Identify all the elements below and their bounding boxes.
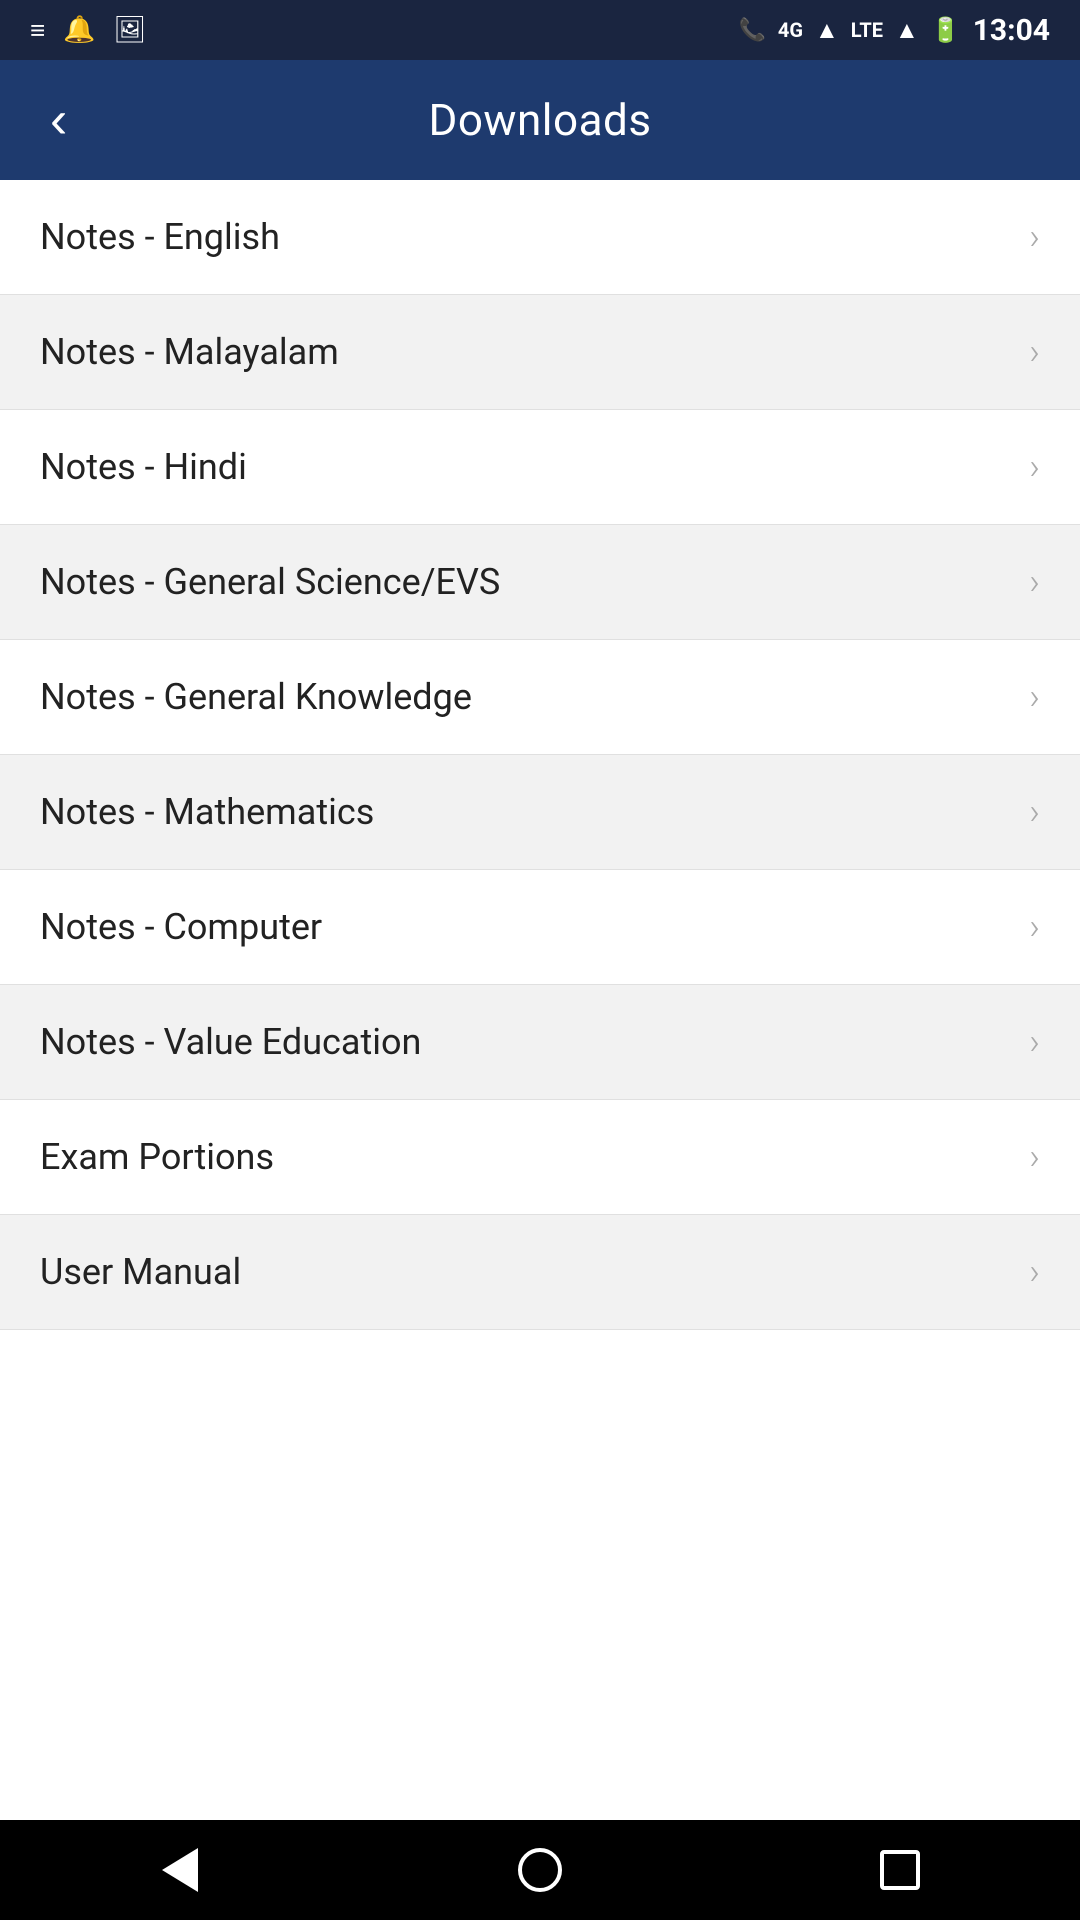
status-bar-left: ≡ 🔔 🖼 [30, 15, 147, 46]
list-item-label: Notes - Value Education [40, 1021, 421, 1063]
image-icon: 🖼 [114, 15, 147, 45]
nav-back-button[interactable] [140, 1830, 220, 1910]
list-item-label: Notes - Computer [40, 906, 322, 948]
list-item[interactable]: User Manual › [0, 1215, 1080, 1330]
chevron-right-icon: › [1029, 331, 1040, 373]
time-display: 13:04 [973, 13, 1050, 48]
list-item[interactable]: Notes - General Knowledge › [0, 640, 1080, 755]
list-item[interactable]: Notes - General Science/EVS › [0, 525, 1080, 640]
nav-recent-button[interactable] [860, 1830, 940, 1910]
list-item[interactable]: Notes - Mathematics › [0, 755, 1080, 870]
page-title: Downloads [428, 94, 651, 146]
list-item[interactable]: Notes - Hindi › [0, 410, 1080, 525]
list-item[interactable]: Notes - Malayalam › [0, 295, 1080, 410]
status-bar: ≡ 🔔 🖼 📞 4G ▲ LTE ▲ 🔋 13:04 [0, 0, 1080, 60]
list-item[interactable]: Exam Portions › [0, 1100, 1080, 1215]
chevron-right-icon: › [1029, 446, 1040, 488]
chevron-right-icon: › [1029, 791, 1040, 833]
back-triangle-icon [162, 1848, 198, 1892]
chevron-right-icon: › [1029, 676, 1040, 718]
home-circle-icon [518, 1848, 562, 1892]
menu-icon: ≡ [30, 15, 45, 46]
back-arrow-icon: ‹ [50, 91, 67, 149]
battery-icon: 🔋 [931, 16, 961, 44]
bottom-navigation [0, 1820, 1080, 1920]
signal-bars-icon: ▲ [815, 16, 839, 45]
signal-4g-icon: 4G [778, 18, 803, 42]
chevron-right-icon: › [1029, 1251, 1040, 1293]
nav-home-button[interactable] [500, 1830, 580, 1910]
notification-icon: 🔔 [63, 15, 95, 45]
list-item[interactable]: Notes - English › [0, 180, 1080, 295]
list-item-label: Notes - General Science/EVS [40, 561, 500, 603]
list-item-label: Notes - Malayalam [40, 331, 339, 373]
list-item-label: Exam Portions [40, 1136, 274, 1178]
list-item-label: Notes - Mathematics [40, 791, 374, 833]
list-item-label: User Manual [40, 1251, 241, 1293]
list-item[interactable]: Notes - Computer › [0, 870, 1080, 985]
back-button[interactable]: ‹ [40, 84, 77, 156]
chevron-right-icon: › [1029, 906, 1040, 948]
list-item-label: Notes - General Knowledge [40, 676, 472, 718]
header: ‹ Downloads [0, 60, 1080, 180]
phone-icon: 📞 [739, 18, 766, 43]
list-item[interactable]: Notes - Value Education › [0, 985, 1080, 1100]
chevron-right-icon: › [1029, 561, 1040, 603]
lte-icon: LTE [851, 18, 883, 42]
chevron-right-icon: › [1029, 216, 1040, 258]
recent-square-icon [880, 1850, 920, 1890]
chevron-right-icon: › [1029, 1021, 1040, 1063]
status-bar-right: 📞 4G ▲ LTE ▲ 🔋 13:04 [739, 13, 1051, 48]
chevron-right-icon: › [1029, 1136, 1040, 1178]
downloads-list: Notes - English›Notes - Malayalam›Notes … [0, 180, 1080, 1330]
list-item-label: Notes - Hindi [40, 446, 247, 488]
list-item-label: Notes - English [40, 216, 280, 258]
signal-bars2-icon: ▲ [895, 16, 919, 45]
